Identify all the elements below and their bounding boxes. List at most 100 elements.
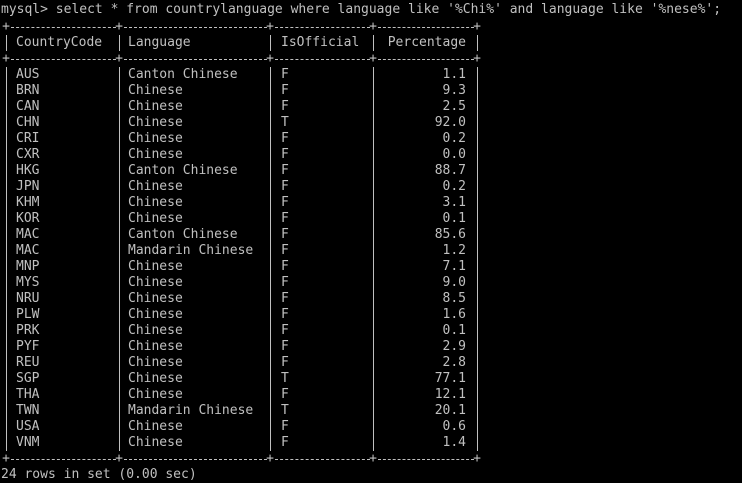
cell-countrycode: CHN bbox=[16, 115, 40, 130]
column-divider bbox=[373, 371, 374, 387]
cell-language: Chinese bbox=[128, 179, 183, 194]
cell-language: Chinese bbox=[128, 355, 183, 370]
cell-isofficial: F bbox=[281, 83, 289, 98]
cell-isofficial: F bbox=[281, 387, 289, 402]
cell-percentage: 0.1 bbox=[442, 211, 466, 226]
column-divider bbox=[119, 35, 120, 51]
table-row: CXR Chinese F 0.0 bbox=[0, 147, 490, 163]
column-divider bbox=[119, 67, 120, 83]
cell-countrycode: HKG bbox=[16, 163, 40, 178]
column-divider bbox=[477, 179, 478, 195]
cell-isofficial: F bbox=[281, 179, 289, 194]
column-divider bbox=[373, 291, 374, 307]
column-divider bbox=[373, 227, 374, 243]
table-header-row: CountryCode Language IsOfficial Percenta… bbox=[0, 35, 490, 51]
cell-isofficial: F bbox=[281, 163, 289, 178]
table-row: REU Chinese F 2.8 bbox=[0, 355, 490, 371]
column-divider bbox=[6, 435, 7, 451]
table-corner: + bbox=[2, 51, 10, 66]
column-divider bbox=[6, 355, 7, 371]
column-divider bbox=[373, 179, 374, 195]
cell-countrycode: MAC bbox=[16, 243, 40, 258]
column-divider bbox=[270, 99, 271, 115]
cell-language: Canton Chinese bbox=[128, 163, 238, 178]
column-divider bbox=[270, 83, 271, 99]
column-divider bbox=[270, 403, 271, 419]
cell-percentage: 0.2 bbox=[442, 179, 466, 194]
table-border-line bbox=[378, 459, 474, 460]
table-row: JPN Chinese F 0.2 bbox=[0, 179, 490, 195]
table-border-line bbox=[11, 27, 116, 28]
table-row: KHM Chinese F 3.1 bbox=[0, 195, 490, 211]
cell-percentage: 9.0 bbox=[442, 275, 466, 290]
cell-countrycode: PRK bbox=[16, 323, 40, 338]
column-header-isofficial: IsOfficial bbox=[281, 35, 360, 50]
table-border-line bbox=[275, 459, 370, 460]
cell-language: Chinese bbox=[128, 307, 183, 322]
column-divider bbox=[6, 291, 7, 307]
column-divider bbox=[119, 195, 120, 211]
cell-isofficial: F bbox=[281, 419, 289, 434]
column-divider bbox=[373, 99, 374, 115]
column-divider bbox=[477, 163, 478, 179]
cell-countrycode: TWN bbox=[16, 403, 40, 418]
cell-language: Mandarin Chinese bbox=[128, 403, 254, 418]
column-divider bbox=[477, 115, 478, 131]
command-prompt: mysql> select * from countrylanguage whe… bbox=[1, 2, 722, 17]
table-border-line bbox=[11, 59, 116, 60]
column-divider bbox=[6, 307, 7, 323]
cell-isofficial: T bbox=[281, 403, 289, 418]
column-divider bbox=[270, 179, 271, 195]
cell-language: Chinese bbox=[128, 211, 183, 226]
cell-isofficial: F bbox=[281, 195, 289, 210]
table-row: MNP Chinese F 7.1 bbox=[0, 259, 490, 275]
table-border-line bbox=[275, 59, 370, 60]
column-divider bbox=[270, 371, 271, 387]
column-divider bbox=[270, 163, 271, 179]
cell-isofficial: T bbox=[281, 371, 289, 386]
cell-language: Chinese bbox=[128, 147, 183, 162]
column-divider bbox=[270, 323, 271, 339]
table-row: HKG Canton Chinese F 88.7 bbox=[0, 163, 490, 179]
column-divider bbox=[119, 339, 120, 355]
cell-countrycode: MNP bbox=[16, 259, 40, 274]
column-divider bbox=[270, 435, 271, 451]
column-divider bbox=[119, 99, 120, 115]
column-divider bbox=[119, 147, 120, 163]
column-divider bbox=[270, 275, 271, 291]
column-divider bbox=[270, 35, 271, 51]
column-divider bbox=[270, 355, 271, 371]
column-divider bbox=[373, 307, 374, 323]
column-divider bbox=[477, 227, 478, 243]
cell-isofficial: F bbox=[281, 243, 289, 258]
column-divider bbox=[6, 147, 7, 163]
cell-language: Chinese bbox=[128, 387, 183, 402]
cell-percentage: 8.5 bbox=[442, 291, 466, 306]
terminal-window[interactable]: mysql> select * from countrylanguage whe… bbox=[0, 0, 742, 483]
column-divider bbox=[270, 147, 271, 163]
table-row: BRN Chinese F 9.3 bbox=[0, 83, 490, 99]
cell-percentage: 20.1 bbox=[434, 403, 466, 418]
cell-isofficial: F bbox=[281, 339, 289, 354]
cell-countrycode: KOR bbox=[16, 211, 40, 226]
cell-countrycode: MYS bbox=[16, 275, 40, 290]
cell-language: Mandarin Chinese bbox=[128, 243, 254, 258]
column-divider bbox=[6, 195, 7, 211]
cell-percentage: 2.5 bbox=[442, 99, 466, 114]
column-header-countrycode: CountryCode bbox=[16, 35, 103, 50]
cell-countrycode: JPN bbox=[16, 179, 40, 194]
column-divider bbox=[373, 211, 374, 227]
column-divider bbox=[119, 435, 120, 451]
column-divider bbox=[373, 435, 374, 451]
column-divider bbox=[119, 131, 120, 147]
column-divider bbox=[477, 243, 478, 259]
column-divider bbox=[6, 83, 7, 99]
cell-language: Chinese bbox=[128, 371, 183, 386]
cell-language: Canton Chinese bbox=[128, 227, 238, 242]
column-divider bbox=[477, 419, 478, 435]
table-corner: + bbox=[473, 51, 481, 66]
column-divider bbox=[119, 83, 120, 99]
table-border-line bbox=[275, 27, 370, 28]
table-row: THA Chinese F 12.1 bbox=[0, 387, 490, 403]
table-border-line bbox=[124, 459, 267, 460]
